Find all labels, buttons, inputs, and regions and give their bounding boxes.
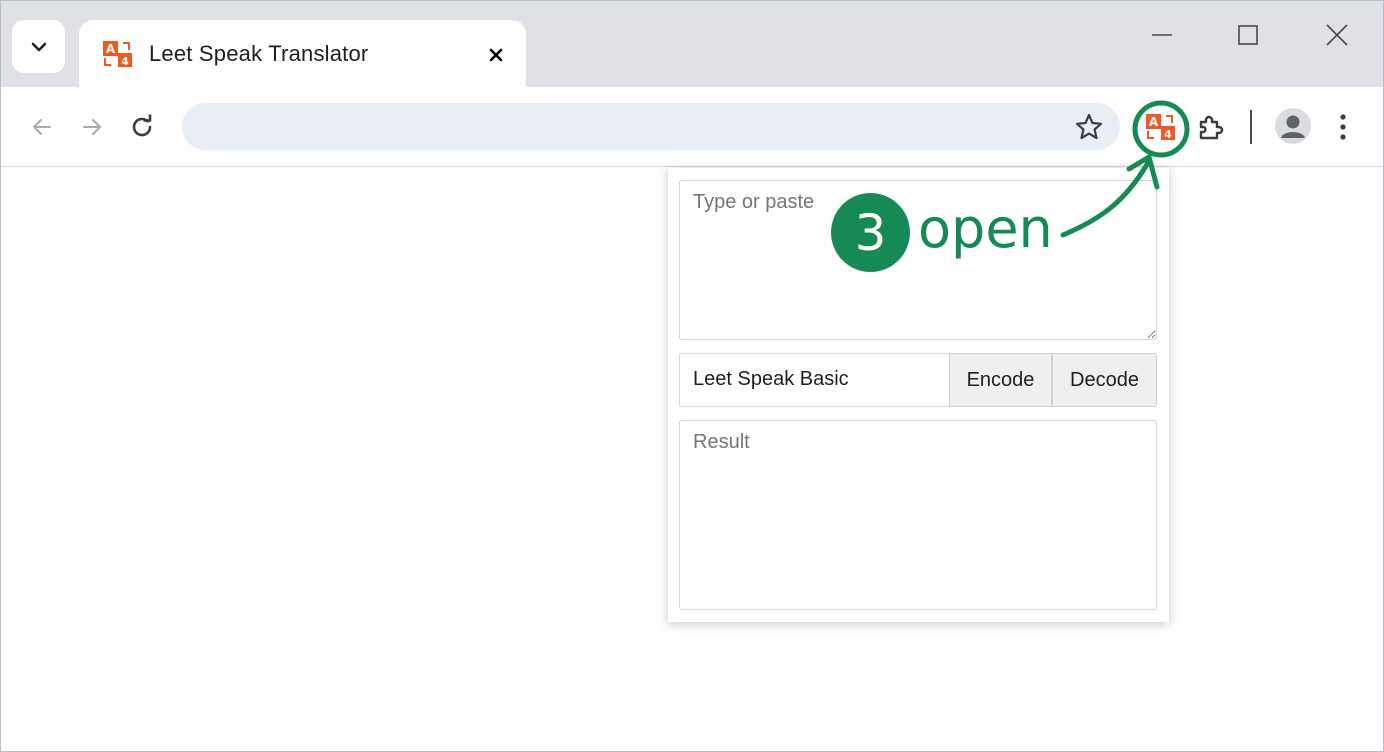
- menu-kebab-icon: [1340, 114, 1346, 140]
- forward-icon: [83, 119, 101, 135]
- annotation-arrow: [1060, 100, 1190, 238]
- tab-close-button[interactable]: [483, 42, 509, 68]
- mode-select[interactable]: Leet Speak Basic: [679, 353, 950, 407]
- step-label: open: [918, 197, 1053, 260]
- browser-menu-button[interactable]: [1323, 107, 1363, 147]
- tab-title: Leet Speak Translator: [149, 41, 369, 66]
- translate-a-4-icon: A 4: [103, 41, 132, 68]
- back-button[interactable]: [22, 107, 62, 147]
- close-window-icon: [1326, 24, 1348, 46]
- profile-avatar-icon[interactable]: [1275, 108, 1311, 144]
- svg-text:4: 4: [121, 55, 129, 68]
- svg-text:A: A: [106, 42, 116, 56]
- decode-button[interactable]: Decode: [1052, 353, 1157, 407]
- back-icon: [33, 119, 51, 135]
- step-number-badge: 3: [831, 193, 910, 272]
- minimize-icon: [1152, 34, 1172, 36]
- minimize-button[interactable]: [1140, 15, 1184, 55]
- reload-button[interactable]: [122, 107, 162, 147]
- mode-select-value: Leet Speak Basic: [693, 368, 849, 390]
- person-icon: [1281, 115, 1305, 138]
- address-bar[interactable]: [182, 103, 1120, 150]
- maximize-icon: [1238, 25, 1258, 45]
- popup-controls: Leet Speak Basic Encode Decode: [679, 353, 1157, 407]
- result-output[interactable]: [679, 420, 1157, 610]
- arrow-line: [1060, 158, 1152, 238]
- chevron-down-icon: [31, 42, 46, 51]
- reload-icon: [132, 114, 152, 137]
- encode-button[interactable]: Encode: [949, 353, 1052, 407]
- toolbar-divider: [1250, 110, 1252, 144]
- maximize-button[interactable]: [1226, 15, 1270, 55]
- highlight-circle: [1132, 100, 1190, 158]
- close-window-button[interactable]: [1315, 15, 1359, 55]
- close-icon: [489, 48, 503, 62]
- browser-window: A 4 Leet Speak Translator A 4 Type or pa…: [0, 0, 1384, 752]
- forward-button[interactable]: [72, 107, 112, 147]
- active-tab[interactable]: A 4 Leet Speak Translator: [79, 20, 526, 90]
- tab-strip: A 4 Leet Speak Translator: [1, 1, 1383, 90]
- tab-search-button[interactable]: [12, 20, 65, 73]
